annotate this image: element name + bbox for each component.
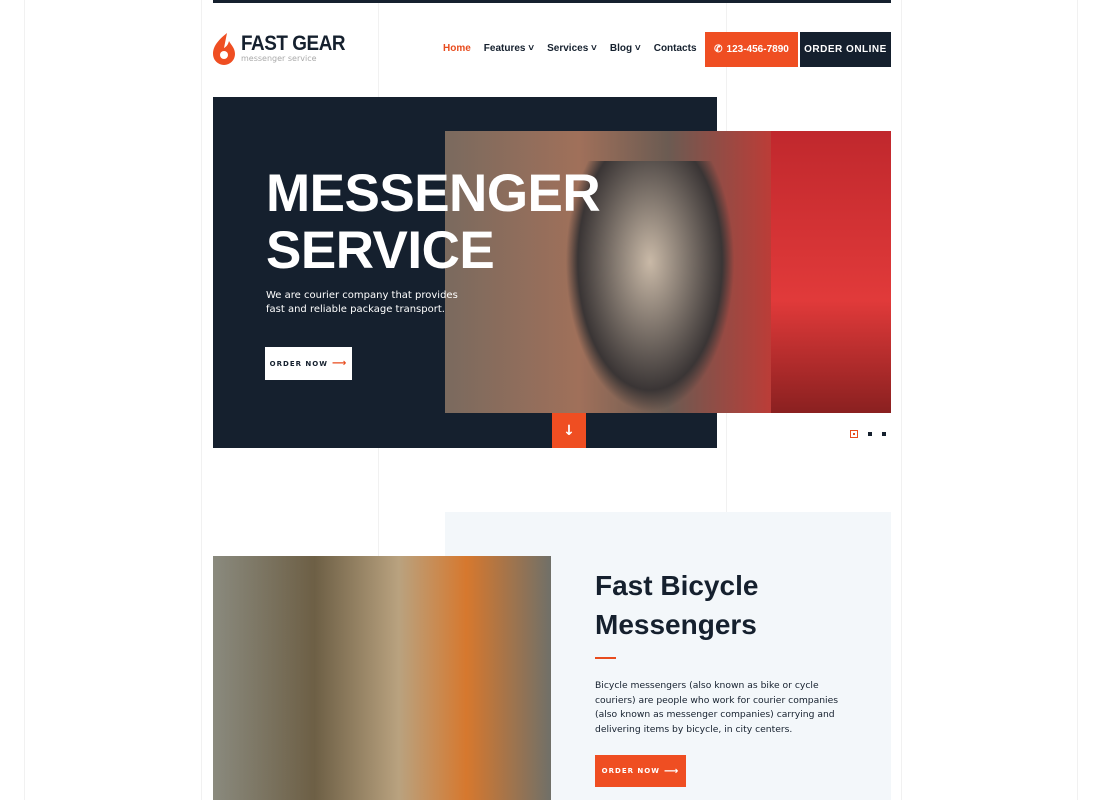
hero-order-now-button[interactable]: ORDER NOW ⟶ (265, 347, 352, 380)
nav-contacts[interactable]: Contacts (654, 43, 697, 54)
main-nav: Home Features ˅ Services ˅ Blog ˅ Contac… (443, 43, 697, 54)
flame-logo-icon (213, 33, 235, 65)
hero-title-line: MESSENGER (266, 164, 601, 223)
section-order-now-button[interactable]: ORDER NOW ⟶ (595, 755, 686, 787)
top-bar (213, 0, 891, 3)
phone-icon: ✆ (714, 44, 723, 55)
guide-line (1077, 0, 1078, 800)
guide-line (201, 0, 202, 800)
nav-services[interactable]: Services ˅ (547, 43, 597, 54)
section-title: Fast Bicycle Messengers (595, 566, 758, 644)
logo[interactable]: FAST GEAR messenger service (213, 33, 357, 65)
slide-dot-2[interactable] (868, 432, 872, 436)
nav-blog[interactable]: Blog ˅ (610, 43, 641, 54)
hero-title-line: SERVICE (266, 221, 495, 280)
slider-pagination (850, 430, 886, 438)
hero-title: MESSENGER SERVICE (266, 164, 601, 280)
section-title-line: Messengers (595, 609, 757, 640)
hero-subtitle: We are courier company that provides fas… (266, 290, 458, 315)
button-label: ORDER NOW (601, 767, 660, 775)
arrow-right-icon: ⟶ (331, 358, 348, 369)
title-underline (595, 657, 616, 659)
bus-image-part (771, 131, 891, 413)
slide-dot-3[interactable] (882, 432, 886, 436)
scroll-down-button[interactable]: ↓ (552, 413, 586, 448)
nav-home[interactable]: Home (443, 43, 471, 54)
order-online-button[interactable]: ORDER ONLINE (800, 32, 891, 67)
button-label: ORDER NOW (269, 359, 328, 368)
section-body: Bicycle messengers (also known as bike o… (595, 680, 839, 735)
nav-features[interactable]: Features ˅ (484, 43, 534, 54)
arrow-down-icon: ↓ (563, 422, 575, 439)
slide-dot-1[interactable] (850, 430, 858, 438)
phone-number: 123-456-7890 (726, 44, 789, 55)
arrow-right-icon: ⟶ (663, 765, 680, 777)
guide-line (24, 0, 25, 800)
brand-tagline: messenger service (241, 54, 317, 63)
brand-name: FAST GEAR (241, 32, 346, 55)
guide-line (901, 0, 902, 800)
section-title-line: Fast Bicycle (595, 570, 759, 601)
phone-button[interactable]: ✆ 123-456-7890 (705, 32, 798, 67)
delivery-image (213, 556, 551, 800)
